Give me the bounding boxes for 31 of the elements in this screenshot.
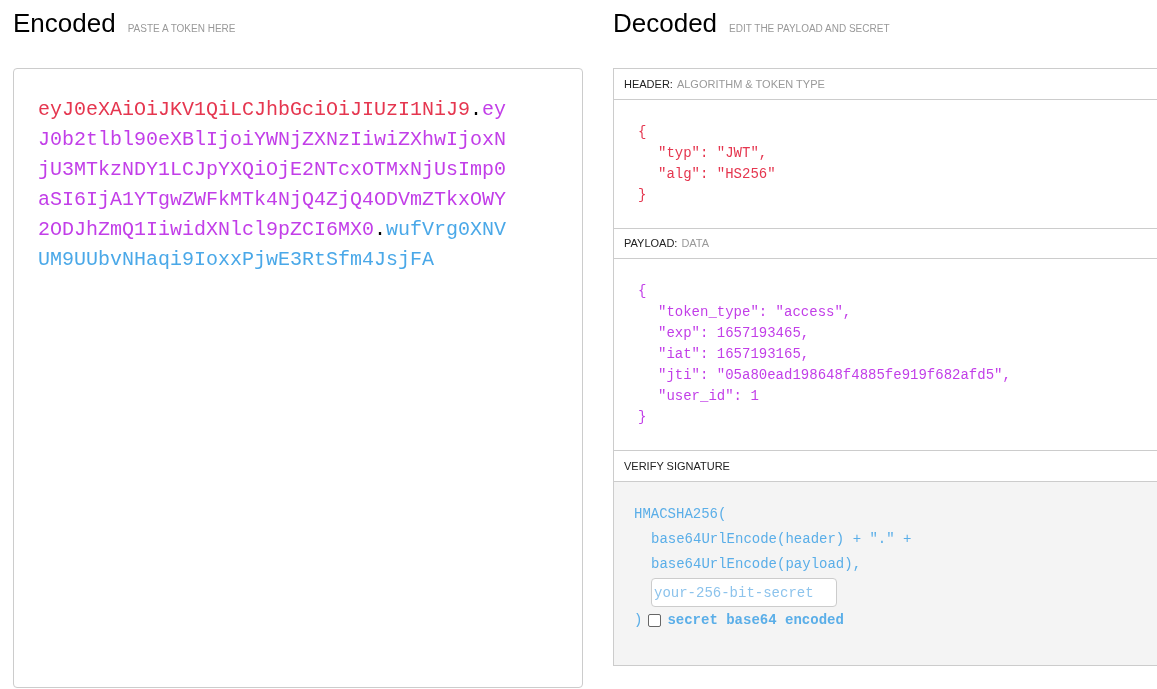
section-label: HEADER: (624, 76, 673, 92)
section-title: Encoded (13, 10, 116, 36)
token-input-area[interactable] (13, 68, 583, 688)
json-brace: } (638, 408, 648, 427)
code-line: HMACSHA256( (634, 505, 728, 524)
section-label: VERIFY SIGNATURE (624, 458, 730, 474)
json-line: "iat": 1657193165, (657, 345, 811, 364)
json-editor[interactable]: { "typ": "JWT", "alg": "HS256" } (614, 100, 1157, 228)
json-line: "token_type": "access", (657, 303, 853, 322)
section-title: Decoded (613, 10, 718, 36)
base64-checkbox[interactable] (648, 614, 662, 627)
json-line: "alg": "HS256" (657, 165, 777, 184)
secret-input[interactable]: your-256-bit-secret (651, 578, 837, 607)
json-line: "exp": 1657193465, (657, 324, 811, 343)
json-line: "user_id": 1 (657, 387, 760, 406)
section-sublabel: DATA (681, 236, 710, 252)
checkbox-label[interactable]: secret base64 encoded (667, 608, 844, 633)
section-label: PAYLOAD: (624, 236, 678, 252)
json-brace: { (638, 282, 648, 301)
code-line: base64UrlEncode(payload), (650, 555, 863, 574)
code-line: ) (634, 611, 643, 630)
encoded-token: eyJ0eXAiOiJKV1QiLCJhbGciOiJIUzI1NiJ9.eyJ0b2tlbl90eXBlIjoiYWNjZXNzIiwiZXhwIjoxNjU3MTkzNDY1LCJpYXQiOjE2NTcxOTMxNjUsImp0aSI6IjA1YTgwZWFkMTk4NjQ4ZjQ4ODVmZTkxOWY2ODJhZmQ1IiwidXNlcl9pZCI6MX0.wufVrg0XNVUM9UUbvNHaqi9IoxxPjwE3RtSfm4JsjFA (38, 97, 508, 273)
json-brace: } (638, 186, 648, 205)
json-editor[interactable]: { "token_type": "access", "exp": 1657193465, "iat": 1657193165, "jti": "05a80ead198648f4885fe919f682afd5", "user_id": 1 } (614, 259, 1157, 450)
json-brace: { (638, 123, 648, 142)
section-hint: PASTE A TOKEN HERE (127, 22, 236, 36)
json-line: "typ": "JWT", (657, 144, 769, 163)
section-sublabel: ALGORITHM & TOKEN TYPE (676, 76, 825, 92)
json-line: "jti": "05a80ead198648f4885fe919f682afd5", (657, 366, 1012, 385)
section-hint: EDIT THE PAYLOAD AND SECRET (729, 22, 890, 36)
code-line: base64UrlEncode(header) + "." + (650, 530, 913, 549)
